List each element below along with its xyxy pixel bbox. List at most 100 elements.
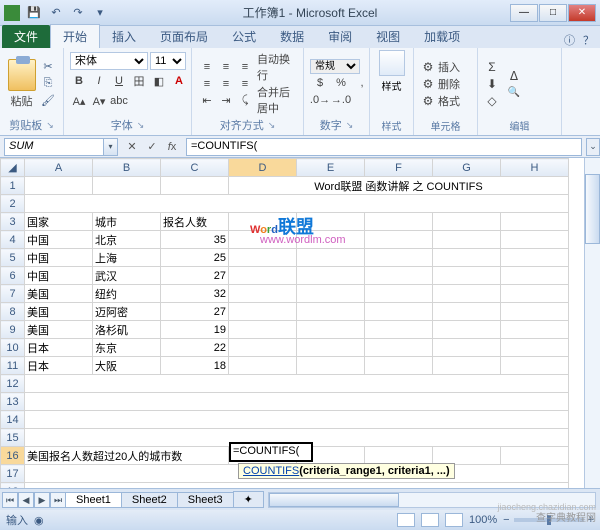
format-cells-button[interactable]: 格式: [420, 93, 460, 109]
formula-bar[interactable]: =COUNTIFS(: [186, 138, 582, 156]
row-header[interactable]: 4: [1, 231, 25, 249]
cell[interactable]: 武汉: [93, 267, 161, 285]
sheet-tab[interactable]: Sheet1: [65, 492, 122, 508]
col-header[interactable]: E: [297, 159, 365, 177]
sheet-tab[interactable]: Sheet3: [177, 492, 234, 508]
alignment-launcher-icon[interactable]: ↘: [268, 120, 276, 131]
col-header[interactable]: F: [365, 159, 433, 177]
scrollbar-thumb[interactable]: [269, 493, 399, 507]
format-painter-icon[interactable]: 🖌: [39, 93, 57, 109]
tab-review[interactable]: 审阅: [316, 25, 364, 48]
fill-color-button[interactable]: ◧: [150, 72, 168, 90]
row-header[interactable]: 11: [1, 357, 25, 375]
tab-nav-first-icon[interactable]: ⏮: [2, 492, 18, 508]
excel-icon[interactable]: [4, 5, 20, 21]
scrollbar-thumb[interactable]: [585, 174, 600, 244]
new-sheet-button[interactable]: ✦: [233, 491, 264, 508]
tab-formulas[interactable]: 公式: [220, 25, 268, 48]
row-header[interactable]: 18: [1, 483, 25, 489]
italic-button[interactable]: I: [90, 72, 108, 90]
cell[interactable]: 美国: [25, 303, 93, 321]
align-left-icon[interactable]: ≡: [198, 76, 216, 92]
tab-data[interactable]: 数据: [268, 25, 316, 48]
tab-nav-next-icon[interactable]: ▶: [34, 492, 50, 508]
normal-view-button[interactable]: [397, 513, 415, 527]
cell[interactable]: 东京: [93, 339, 161, 357]
cell[interactable]: 纽约: [93, 285, 161, 303]
tab-pagelayout[interactable]: 页面布局: [148, 25, 220, 48]
row-header[interactable]: 10: [1, 339, 25, 357]
row-header[interactable]: 2: [1, 195, 25, 213]
cell[interactable]: 大阪: [93, 357, 161, 375]
row-header[interactable]: 1: [1, 177, 25, 195]
col-header[interactable]: C: [161, 159, 229, 177]
number-format-select[interactable]: 常规: [310, 59, 360, 74]
font-size-select[interactable]: 11: [150, 52, 186, 70]
tab-addins[interactable]: 加载项: [412, 25, 472, 48]
row-header[interactable]: 17: [1, 465, 25, 483]
cell[interactable]: 洛杉矶: [93, 321, 161, 339]
zoom-out-button[interactable]: −: [503, 514, 509, 526]
select-all-button[interactable]: ◢: [1, 159, 25, 177]
insert-cells-button[interactable]: 插入: [420, 59, 460, 75]
styles-button[interactable]: 样式: [382, 78, 402, 93]
row-header[interactable]: 7: [1, 285, 25, 303]
col-header[interactable]: A: [25, 159, 93, 177]
cell[interactable]: 22: [161, 339, 229, 357]
save-icon[interactable]: 💾: [24, 3, 44, 23]
undo-icon[interactable]: ↶: [46, 3, 66, 23]
zoom-level[interactable]: 100%: [469, 514, 497, 526]
page-break-view-button[interactable]: [445, 513, 463, 527]
underline-button[interactable]: U: [110, 72, 128, 90]
align-center-icon[interactable]: ≡: [217, 76, 235, 92]
redo-icon[interactable]: ↷: [68, 3, 88, 23]
cell[interactable]: 18: [161, 357, 229, 375]
tab-view[interactable]: 视图: [364, 25, 412, 48]
col-header[interactable]: B: [93, 159, 161, 177]
cell-styles-icon[interactable]: [379, 50, 405, 76]
wrap-text-button[interactable]: 自动换行: [257, 51, 297, 83]
cut-icon[interactable]: ✂: [39, 59, 57, 75]
cell[interactable]: 美国: [25, 321, 93, 339]
decrease-font-icon[interactable]: A▾: [90, 92, 108, 110]
font-launcher-icon[interactable]: ↘: [137, 120, 145, 131]
align-middle-icon[interactable]: ≡: [217, 59, 235, 75]
row-header[interactable]: 15: [1, 429, 25, 447]
autosum-button[interactable]: [484, 59, 500, 75]
cell[interactable]: 35: [161, 231, 229, 249]
cell[interactable]: 迈阿密: [93, 303, 161, 321]
find-select-button[interactable]: [506, 85, 522, 101]
row-header[interactable]: 13: [1, 393, 25, 411]
cell[interactable]: 中国: [25, 267, 93, 285]
tab-nav-last-icon[interactable]: ⏭: [50, 492, 66, 508]
clipboard-launcher-icon[interactable]: ↘: [46, 120, 54, 131]
comma-icon[interactable]: ,: [352, 75, 372, 91]
row-header[interactable]: 6: [1, 267, 25, 285]
cell[interactable]: 上海: [93, 249, 161, 267]
align-right-icon[interactable]: ≡: [236, 76, 254, 92]
enter-formula-icon[interactable]: ✓: [142, 138, 162, 156]
cell[interactable]: 27: [161, 267, 229, 285]
paste-button[interactable]: 粘贴: [6, 59, 37, 109]
cell[interactable]: 中国: [25, 249, 93, 267]
name-box[interactable]: SUM: [4, 138, 104, 156]
cell[interactable]: 日本: [25, 339, 93, 357]
align-top-icon[interactable]: ≡: [198, 59, 216, 75]
decrease-decimal-icon[interactable]: →.0: [331, 92, 351, 108]
cell[interactable]: 32: [161, 285, 229, 303]
tab-home[interactable]: 开始: [50, 24, 100, 48]
clear-button[interactable]: [484, 93, 500, 109]
decrease-indent-icon[interactable]: ⇤: [198, 93, 216, 109]
cell[interactable]: Word联盟 函数讲解 之 COUNTIFS: [229, 177, 569, 195]
increase-font-icon[interactable]: A▴: [70, 92, 88, 110]
row-header[interactable]: 3: [1, 213, 25, 231]
cell[interactable]: 美国报名人数超过20人的城市数: [25, 447, 229, 465]
tooltip-func-link[interactable]: COUNTIFS: [243, 465, 299, 477]
page-layout-view-button[interactable]: [421, 513, 439, 527]
macro-record-icon[interactable]: ◉: [34, 514, 44, 527]
merge-center-button[interactable]: 合并后居中: [257, 84, 297, 116]
align-bottom-icon[interactable]: ≡: [236, 59, 254, 75]
cell[interactable]: 城市: [93, 213, 161, 231]
cell[interactable]: 国家: [25, 213, 93, 231]
cell[interactable]: 27: [161, 303, 229, 321]
